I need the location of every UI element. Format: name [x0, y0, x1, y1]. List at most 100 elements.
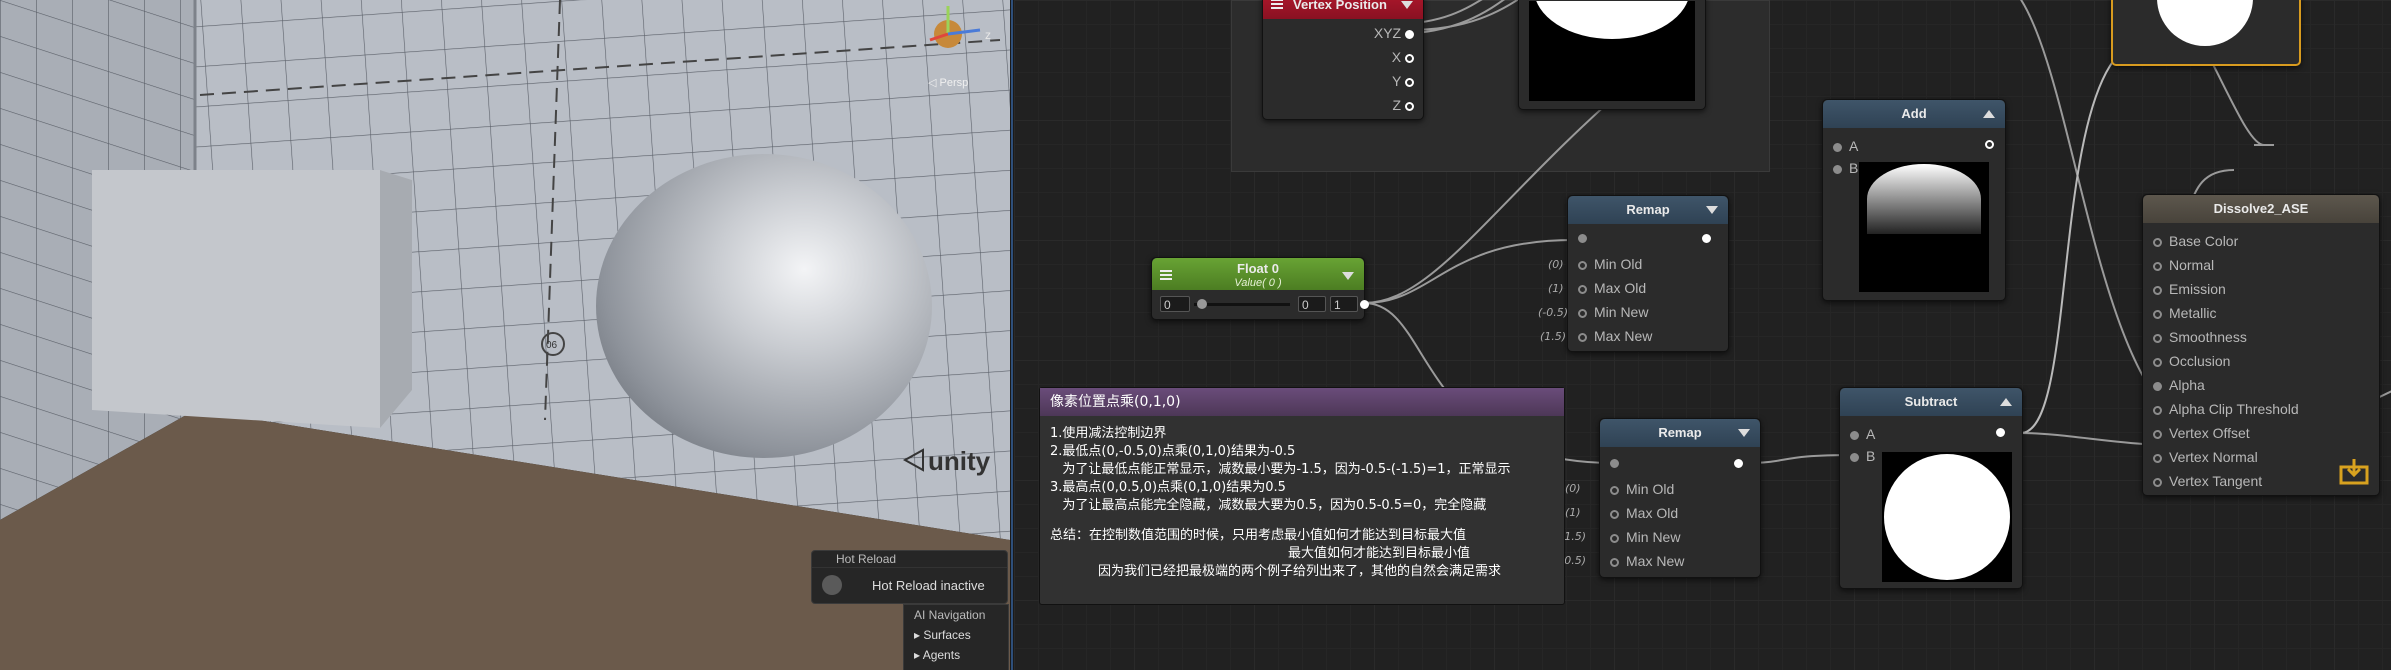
input-pin-icon[interactable] [2153, 405, 2162, 415]
output-pin-icon[interactable] [1996, 428, 2005, 437]
remap-node-2[interactable]: Remap Min Old Max Old Min New Max New [1599, 418, 1761, 578]
output-pin-icon[interactable] [1405, 29, 1414, 39]
remap-2-value-min-old[interactable]: (0) [1565, 482, 1581, 495]
node-menu-icon[interactable] [1271, 0, 1283, 1]
remap-1-value-min-new[interactable]: (-0.5) [1538, 306, 1568, 319]
input-pin-icon[interactable] [2153, 477, 2162, 487]
float-slider-track[interactable] [1194, 303, 1290, 306]
remap-1-header[interactable]: Remap [1568, 196, 1728, 224]
collapse-arrow-icon[interactable] [1401, 1, 1413, 9]
input-pin-icon[interactable] [2153, 261, 2162, 271]
input-pin-icon[interactable] [1610, 485, 1619, 495]
gizmo-axis-z[interactable]: z [985, 28, 991, 42]
output-pin-icon[interactable] [1734, 459, 1743, 468]
remap-2-port-max-old[interactable]: Max Old [1610, 503, 1678, 523]
input-pin-icon[interactable] [1850, 430, 1859, 440]
input-pin-icon[interactable] [2153, 429, 2162, 439]
input-pin-icon[interactable] [1578, 260, 1587, 270]
input-pin-icon[interactable] [1850, 452, 1859, 462]
subtract-node[interactable]: Subtract A B [1839, 387, 2023, 589]
output-port-vertex-tangent[interactable]: Vertex Tangent [2153, 471, 2262, 491]
add-header[interactable]: Add [1823, 100, 2005, 128]
vertex-position-header[interactable]: Vertex Position [1263, 0, 1423, 19]
remap-1-value-max-new[interactable]: (1.5) [1540, 330, 1566, 343]
input-pin-icon[interactable] [2153, 237, 2162, 247]
remap-1-port-min-old[interactable]: Min Old [1578, 254, 1642, 274]
collapse-arrow-icon[interactable] [1738, 429, 1750, 437]
input-pin-icon[interactable] [2153, 357, 2162, 367]
output-port-vertex-normal[interactable]: Vertex Normal [2153, 447, 2258, 467]
input-pin-icon[interactable] [1833, 142, 1842, 152]
output-node-header[interactable]: Dissolve2_ASE [2143, 195, 2379, 223]
port-z[interactable]: Z [1393, 95, 1421, 115]
ai-navigation-item-agents[interactable]: ▸ Agents [904, 645, 1008, 665]
output-port-metallic[interactable]: Metallic [2153, 303, 2216, 323]
remap-2-port-min-new[interactable]: Min New [1610, 527, 1680, 547]
input-pin-icon[interactable] [2153, 381, 2162, 391]
input-pin-icon[interactable] [1610, 533, 1619, 543]
float-header[interactable]: Float 0 Value( 0 ) [1152, 258, 1364, 290]
input-pin-icon[interactable] [1578, 284, 1587, 294]
port-y[interactable]: Y [1392, 71, 1421, 91]
comment-title[interactable]: 像素位置点乘(0,1,0) [1040, 388, 1564, 416]
float-min-field[interactable]: 0 [1298, 296, 1326, 312]
collapse-arrow-icon[interactable] [1706, 206, 1718, 214]
output-port-emission[interactable]: Emission [2153, 279, 2226, 299]
download-icon[interactable] [2339, 457, 2369, 485]
input-pin-icon[interactable] [2153, 453, 2162, 463]
selected-preview-node[interactable] [2111, 0, 2301, 66]
scene-view[interactable]: 06 z ◁ Persp unity Hot Reload Hot Reload… [0, 0, 1010, 670]
port-xyz[interactable]: XYZ [1374, 23, 1421, 43]
input-pin-icon[interactable] [2153, 309, 2162, 319]
subtract-port-b[interactable]: B [1850, 446, 1875, 466]
node-menu-icon[interactable] [1160, 270, 1172, 272]
float-value-field[interactable]: 0 [1160, 296, 1190, 312]
input-pin-icon[interactable] [1833, 164, 1842, 174]
output-port-alpha[interactable]: Alpha [2153, 375, 2205, 395]
input-pin-icon[interactable] [2153, 333, 2162, 343]
input-pin-icon[interactable] [1610, 557, 1619, 567]
comment-box[interactable]: 像素位置点乘(0,1,0) 1.使用减法控制边界 2.最低点(0,-0.5,0)… [1039, 387, 1565, 605]
output-pin-icon[interactable] [1702, 234, 1711, 243]
collapse-arrow-icon[interactable] [1983, 110, 1995, 118]
port-x[interactable]: X [1392, 47, 1421, 67]
remap-1-port-min-new[interactable]: Min New [1578, 302, 1648, 322]
output-pin-icon[interactable] [1360, 300, 1369, 309]
float-node[interactable]: Float 0 Value( 0 ) 0 0 1 [1151, 257, 1369, 320]
collapse-arrow-icon[interactable] [1342, 272, 1354, 280]
remap-2-port-max-new[interactable]: Max New [1610, 551, 1684, 571]
input-pin-icon[interactable] [1610, 509, 1619, 519]
input-pin-icon[interactable] [1578, 234, 1587, 243]
output-port-normal[interactable]: Normal [2153, 255, 2214, 275]
persp-label[interactable]: ◁ Persp [928, 76, 968, 89]
float-max-field[interactable]: 1 [1330, 296, 1358, 312]
output-node-dissolve2-ase[interactable]: Dissolve2_ASE Base Color Normal Emission… [2142, 194, 2380, 496]
remap-1-value-max-old[interactable]: (1) [1548, 282, 1564, 295]
output-pin-icon[interactable] [1985, 140, 1994, 149]
output-port-smoothness[interactable]: Smoothness [2153, 327, 2247, 347]
remap-2-port-min-old[interactable]: Min Old [1610, 479, 1674, 499]
subtract-header[interactable]: Subtract [1840, 388, 2022, 416]
add-port-b[interactable]: B [1833, 158, 1858, 178]
hot-reload-status-icon[interactable] [822, 575, 842, 595]
preview-node[interactable] [1518, 0, 1706, 110]
input-pin-icon[interactable] [1578, 308, 1587, 318]
collapse-arrow-icon[interactable] [2000, 398, 2012, 406]
input-pin-icon[interactable] [1610, 459, 1619, 468]
float-slider-thumb[interactable] [1197, 299, 1207, 309]
remap-1-port-max-old[interactable]: Max Old [1578, 278, 1646, 298]
add-port-a[interactable]: A [1833, 136, 1858, 156]
subtract-port-a[interactable]: A [1850, 424, 1875, 444]
remap-1-value-min-old[interactable]: (0) [1548, 258, 1564, 271]
output-pin-icon[interactable] [1405, 101, 1414, 111]
vertex-position-node[interactable]: Vertex Position XYZ X Y Z [1262, 0, 1424, 120]
output-pin-icon[interactable] [1405, 53, 1414, 63]
remap-node-1[interactable]: Remap Min Old Max Old Min New Max New [1567, 195, 1729, 352]
input-pin-icon[interactable] [2153, 285, 2162, 295]
ai-navigation-item-surfaces[interactable]: ▸ Surfaces [904, 625, 1008, 645]
remap-2-value-max-old[interactable]: (1) [1565, 506, 1581, 519]
remap-1-port-max-new[interactable]: Max New [1578, 326, 1652, 346]
output-port-vertex-offset[interactable]: Vertex Offset [2153, 423, 2250, 443]
output-port-base-color[interactable]: Base Color [2153, 231, 2238, 251]
output-port-occlusion[interactable]: Occlusion [2153, 351, 2230, 371]
